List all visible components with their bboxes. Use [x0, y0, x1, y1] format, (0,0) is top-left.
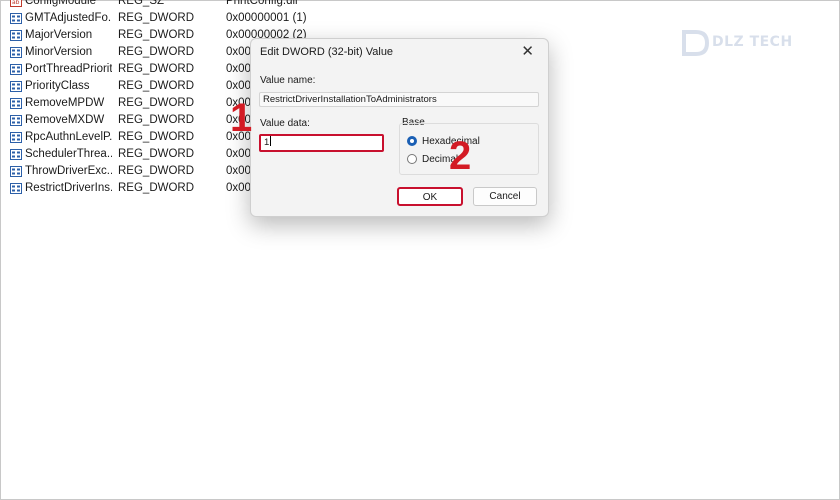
dword-value-icon: [10, 166, 22, 177]
value-name-field: RestrictDriverInstallationToAdministrato…: [259, 92, 539, 107]
dword-value-icon: [10, 30, 22, 41]
value-type: REG_DWORD: [118, 182, 195, 194]
value-type: REG_DWORD: [118, 29, 195, 41]
value-type: REG_DWORD: [118, 80, 195, 92]
value-type: REG_DWORD: [118, 12, 195, 24]
value-name: RemoveMXDW: [25, 114, 105, 126]
value-type: REG_DWORD: [118, 97, 195, 109]
dword-value-icon: [10, 64, 22, 75]
watermark-logo: DLZ TECH: [678, 26, 798, 60]
value-name: MinorVersion: [25, 46, 93, 58]
value-name: SchedulerThrea...: [25, 148, 112, 160]
watermark-text: DLZ TECH: [712, 34, 793, 50]
value-data: 0x00000001 (1): [226, 12, 307, 24]
svg-text:ab: ab: [12, 0, 20, 6]
close-icon[interactable]: ✕: [521, 43, 534, 61]
radio-unselected-icon: [407, 154, 417, 164]
value-name: RestrictDriverIns...: [25, 182, 112, 194]
value-type: REG_DWORD: [118, 148, 195, 160]
value-name: GMTAdjustedFo...: [25, 12, 112, 24]
step-marker-2: 2: [449, 134, 472, 178]
dword-value-icon: [10, 183, 22, 194]
dword-value-icon: [10, 47, 22, 58]
list-item[interactable]: GMTAdjustedFo... REG_DWORD 0x00000001 (1…: [0, 10, 840, 27]
value-name: MajorVersion: [25, 29, 93, 41]
value-data: PrintConfig.dll: [226, 0, 298, 7]
value-name: ThrowDriverExc...: [25, 165, 112, 177]
value-name-label: Value name:: [260, 75, 316, 86]
value-type: REG_SZ: [118, 0, 165, 7]
edit-dword-dialog: Edit DWORD (32-bit) Value ✕ Value name: …: [250, 38, 549, 217]
radio-selected-icon: [407, 136, 417, 146]
value-type: REG_DWORD: [118, 46, 195, 58]
value-name: RemoveMPDW: [25, 97, 105, 109]
value-type: REG_DWORD: [118, 165, 195, 177]
value-data-label: Value data:: [260, 118, 310, 129]
dword-value-icon: [10, 98, 22, 109]
cancel-button[interactable]: Cancel: [473, 187, 537, 206]
dword-value-icon: [10, 81, 22, 92]
value-name: PortThreadPriority: [25, 63, 112, 75]
text-caret: [270, 136, 272, 146]
step-marker-1: 1: [230, 96, 253, 140]
value-type: REG_DWORD: [118, 131, 195, 143]
value-name: RpcAuthnLevelP...: [25, 131, 112, 143]
dword-value-icon: [10, 115, 22, 126]
dialog-title: Edit DWORD (32-bit) Value: [260, 46, 394, 58]
value-name: ConfigModule: [25, 0, 96, 7]
dword-value-icon: [10, 149, 22, 160]
value-type: REG_DWORD: [118, 63, 195, 75]
list-item[interactable]: ab ConfigModule REG_SZ PrintConfig.dll: [0, 0, 840, 10]
string-value-icon: ab: [10, 0, 22, 7]
value-data-text: 1: [264, 137, 270, 148]
value-name: PriorityClass: [25, 80, 90, 92]
value-data-input[interactable]: 1: [259, 134, 384, 152]
dword-value-icon: [10, 13, 22, 24]
dword-value-icon: [10, 132, 22, 143]
ok-button[interactable]: OK: [397, 187, 463, 206]
logo-icon: [682, 30, 710, 56]
value-type: REG_DWORD: [118, 114, 195, 126]
